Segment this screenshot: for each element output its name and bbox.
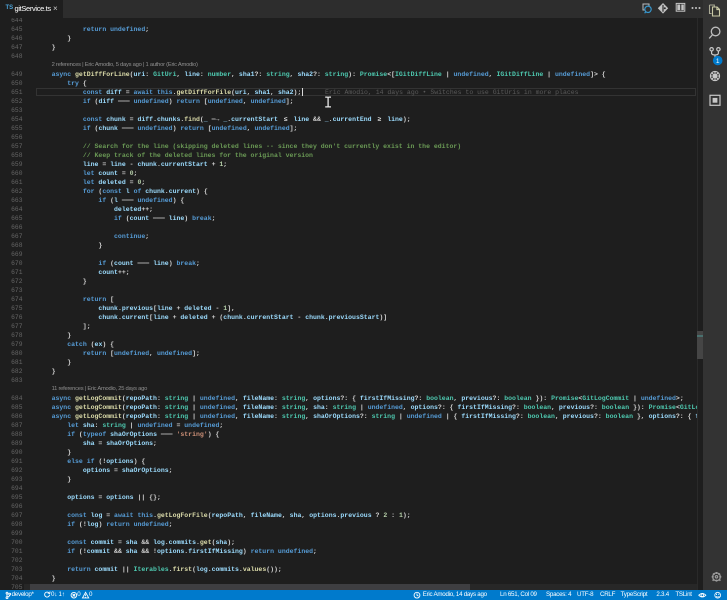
svg-text:1: 1 — [716, 58, 720, 65]
